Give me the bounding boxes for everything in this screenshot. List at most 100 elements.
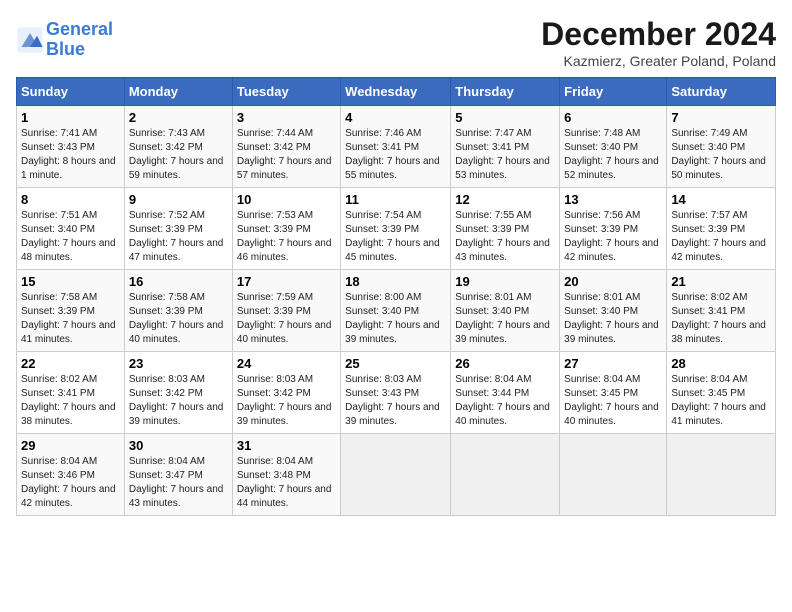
calendar-cell: 19 Sunrise: 8:01 AMSunset: 3:40 PMDayligh… (451, 270, 560, 352)
calendar-week-row: 22 Sunrise: 8:02 AMSunset: 3:41 PMDayligh… (17, 352, 776, 434)
calendar-cell: 3 Sunrise: 7:44 AMSunset: 3:42 PMDaylight… (232, 106, 340, 188)
calendar-cell: 29Sunrise: 8:04 AMSunset: 3:46 PMDayligh… (17, 434, 125, 516)
day-number: 25 (345, 356, 446, 371)
calendar-cell: 15 Sunrise: 7:58 AMSunset: 3:39 PMDayligh… (17, 270, 125, 352)
day-number: 11 (345, 192, 446, 207)
main-title: December 2024 (541, 16, 776, 53)
calendar-cell: 2 Sunrise: 7:43 AMSunset: 3:42 PMDaylight… (124, 106, 232, 188)
calendar-cell: 21 Sunrise: 8:02 AMSunset: 3:41 PMDayligh… (667, 270, 776, 352)
calendar-cell: 14 Sunrise: 7:57 AMSunset: 3:39 PMDayligh… (667, 188, 776, 270)
calendar-cell: 8Sunrise: 7:51 AMSunset: 3:40 PMDaylight… (17, 188, 125, 270)
day-number: 13 (564, 192, 662, 207)
calendar-cell: 11 Sunrise: 7:54 AMSunset: 3:39 PMDayligh… (341, 188, 451, 270)
day-info: Sunrise: 7:55 AMSunset: 3:39 PMDaylight:… (455, 209, 555, 265)
calendar-week-row: 8Sunrise: 7:51 AMSunset: 3:40 PMDaylight… (17, 188, 776, 270)
header-saturday: Saturday (667, 78, 776, 106)
header-monday: Monday (124, 78, 232, 106)
calendar-cell: 4Sunrise: 7:46 AMSunset: 3:41 PMDaylight… (341, 106, 451, 188)
day-info: Sunrise: 7:59 AMSunset: 3:39 PMDaylight:… (237, 291, 336, 347)
day-info: Sunrise: 8:03 AMSunset: 3:42 PMDaylight:… (129, 373, 228, 429)
day-number: 30 (129, 438, 228, 453)
day-info: Sunrise: 7:54 AMSunset: 3:39 PMDaylight:… (345, 209, 446, 265)
header-friday: Friday (560, 78, 667, 106)
day-number: 22 (21, 356, 120, 371)
day-number: 2 (129, 110, 228, 125)
calendar-cell: 1Sunrise: 7:41 AMSunset: 3:43 PMDaylight… (17, 106, 125, 188)
calendar-cell: 9Sunrise: 7:52 AMSunset: 3:39 PMDaylight… (124, 188, 232, 270)
calendar-cell: 22 Sunrise: 8:02 AMSunset: 3:41 PMDayligh… (17, 352, 125, 434)
calendar-cell: 28 Sunrise: 8:04 AMSunset: 3:45 PMDayligh… (667, 352, 776, 434)
day-info: Sunrise: 8:04 AMSunset: 3:45 PMDaylight:… (671, 373, 771, 429)
calendar-cell: 25Sunrise: 8:03 AMSunset: 3:43 PMDayligh… (341, 352, 451, 434)
day-info: Sunrise: 8:04 AMSunset: 3:47 PMDaylight:… (129, 455, 228, 511)
day-info: Sunrise: 8:00 AMSunset: 3:40 PMDaylight:… (345, 291, 446, 347)
day-number: 14 (671, 192, 771, 207)
day-number: 18 (345, 274, 446, 289)
day-number: 12 (455, 192, 555, 207)
day-number: 19 (455, 274, 555, 289)
logo: General Blue (16, 20, 113, 60)
calendar-cell: 31 Sunrise: 8:04 AMSunset: 3:48 PMDayligh… (232, 434, 340, 516)
calendar-cell: 23 Sunrise: 8:03 AMSunset: 3:42 PMDayligh… (124, 352, 232, 434)
header-wednesday: Wednesday (341, 78, 451, 106)
day-info: Sunrise: 8:02 AMSunset: 3:41 PMDaylight:… (21, 373, 120, 429)
day-number: 5 (455, 110, 555, 125)
day-number: 3 (237, 110, 336, 125)
calendar-cell: 13 Sunrise: 7:56 AMSunset: 3:39 PMDayligh… (560, 188, 667, 270)
calendar-table: SundayMondayTuesdayWednesdayThursdayFrid… (16, 77, 776, 516)
header: General Blue December 2024 Kazmierz, Gre… (16, 16, 776, 69)
day-info: Sunrise: 8:01 AMSunset: 3:40 PMDaylight:… (455, 291, 555, 347)
day-number: 8 (21, 192, 120, 207)
day-number: 10 (237, 192, 336, 207)
calendar-cell: 7Sunrise: 7:49 AMSunset: 3:40 PMDaylight… (667, 106, 776, 188)
day-number: 28 (671, 356, 771, 371)
subtitle: Kazmierz, Greater Poland, Poland (541, 53, 776, 69)
calendar-cell: 20Sunrise: 8:01 AMSunset: 3:40 PMDayligh… (560, 270, 667, 352)
day-info: Sunrise: 8:01 AMSunset: 3:40 PMDaylight:… (564, 291, 662, 347)
calendar-cell: 16Sunrise: 7:58 AMSunset: 3:39 PMDayligh… (124, 270, 232, 352)
day-info: Sunrise: 7:46 AMSunset: 3:41 PMDaylight:… (345, 127, 446, 183)
calendar-cell: 17 Sunrise: 7:59 AMSunset: 3:39 PMDayligh… (232, 270, 340, 352)
title-area: December 2024 Kazmierz, Greater Poland, … (541, 16, 776, 69)
calendar-week-row: 1Sunrise: 7:41 AMSunset: 3:43 PMDaylight… (17, 106, 776, 188)
day-info: Sunrise: 7:58 AMSunset: 3:39 PMDaylight:… (129, 291, 228, 347)
calendar-cell: 26 Sunrise: 8:04 AMSunset: 3:44 PMDayligh… (451, 352, 560, 434)
calendar-cell: 27Sunrise: 8:04 AMSunset: 3:45 PMDayligh… (560, 352, 667, 434)
day-info: Sunrise: 7:52 AMSunset: 3:39 PMDaylight:… (129, 209, 228, 265)
day-number: 23 (129, 356, 228, 371)
day-number: 26 (455, 356, 555, 371)
day-info: Sunrise: 7:41 AMSunset: 3:43 PMDaylight:… (21, 127, 120, 183)
calendar-cell: 18 Sunrise: 8:00 AMSunset: 3:40 PMDayligh… (341, 270, 451, 352)
day-info: Sunrise: 7:57 AMSunset: 3:39 PMDaylight:… (671, 209, 771, 265)
day-info: Sunrise: 8:04 AMSunset: 3:44 PMDaylight:… (455, 373, 555, 429)
day-info: Sunrise: 7:47 AMSunset: 3:41 PMDaylight:… (455, 127, 555, 183)
calendar-cell: 30 Sunrise: 8:04 AMSunset: 3:47 PMDayligh… (124, 434, 232, 516)
logo-line2: Blue (46, 39, 85, 59)
calendar-week-row: 29Sunrise: 8:04 AMSunset: 3:46 PMDayligh… (17, 434, 776, 516)
logo-line1: General (46, 19, 113, 39)
day-info: Sunrise: 7:58 AMSunset: 3:39 PMDaylight:… (21, 291, 120, 347)
header-tuesday: Tuesday (232, 78, 340, 106)
day-info: Sunrise: 8:02 AMSunset: 3:41 PMDaylight:… (671, 291, 771, 347)
header-thursday: Thursday (451, 78, 560, 106)
day-number: 31 (237, 438, 336, 453)
calendar-cell: 12 Sunrise: 7:55 AMSunset: 3:39 PMDayligh… (451, 188, 560, 270)
day-number: 15 (21, 274, 120, 289)
day-info: Sunrise: 7:44 AMSunset: 3:42 PMDaylight:… (237, 127, 336, 183)
day-info: Sunrise: 7:48 AMSunset: 3:40 PMDaylight:… (564, 127, 662, 183)
day-info: Sunrise: 7:43 AMSunset: 3:42 PMDaylight:… (129, 127, 228, 183)
day-number: 17 (237, 274, 336, 289)
calendar-cell: 6Sunrise: 7:48 AMSunset: 3:40 PMDaylight… (560, 106, 667, 188)
calendar-cell: 10Sunrise: 7:53 AMSunset: 3:39 PMDayligh… (232, 188, 340, 270)
day-info: Sunrise: 8:04 AMSunset: 3:45 PMDaylight:… (564, 373, 662, 429)
day-number: 24 (237, 356, 336, 371)
day-info: Sunrise: 7:49 AMSunset: 3:40 PMDaylight:… (671, 127, 771, 183)
day-number: 21 (671, 274, 771, 289)
calendar-cell (560, 434, 667, 516)
calendar-header-row: SundayMondayTuesdayWednesdayThursdayFrid… (17, 78, 776, 106)
calendar-cell (341, 434, 451, 516)
day-info: Sunrise: 7:56 AMSunset: 3:39 PMDaylight:… (564, 209, 662, 265)
calendar-week-row: 15 Sunrise: 7:58 AMSunset: 3:39 PMDayligh… (17, 270, 776, 352)
day-info: Sunrise: 8:04 AMSunset: 3:48 PMDaylight:… (237, 455, 336, 511)
calendar-cell: 5 Sunrise: 7:47 AMSunset: 3:41 PMDaylight… (451, 106, 560, 188)
